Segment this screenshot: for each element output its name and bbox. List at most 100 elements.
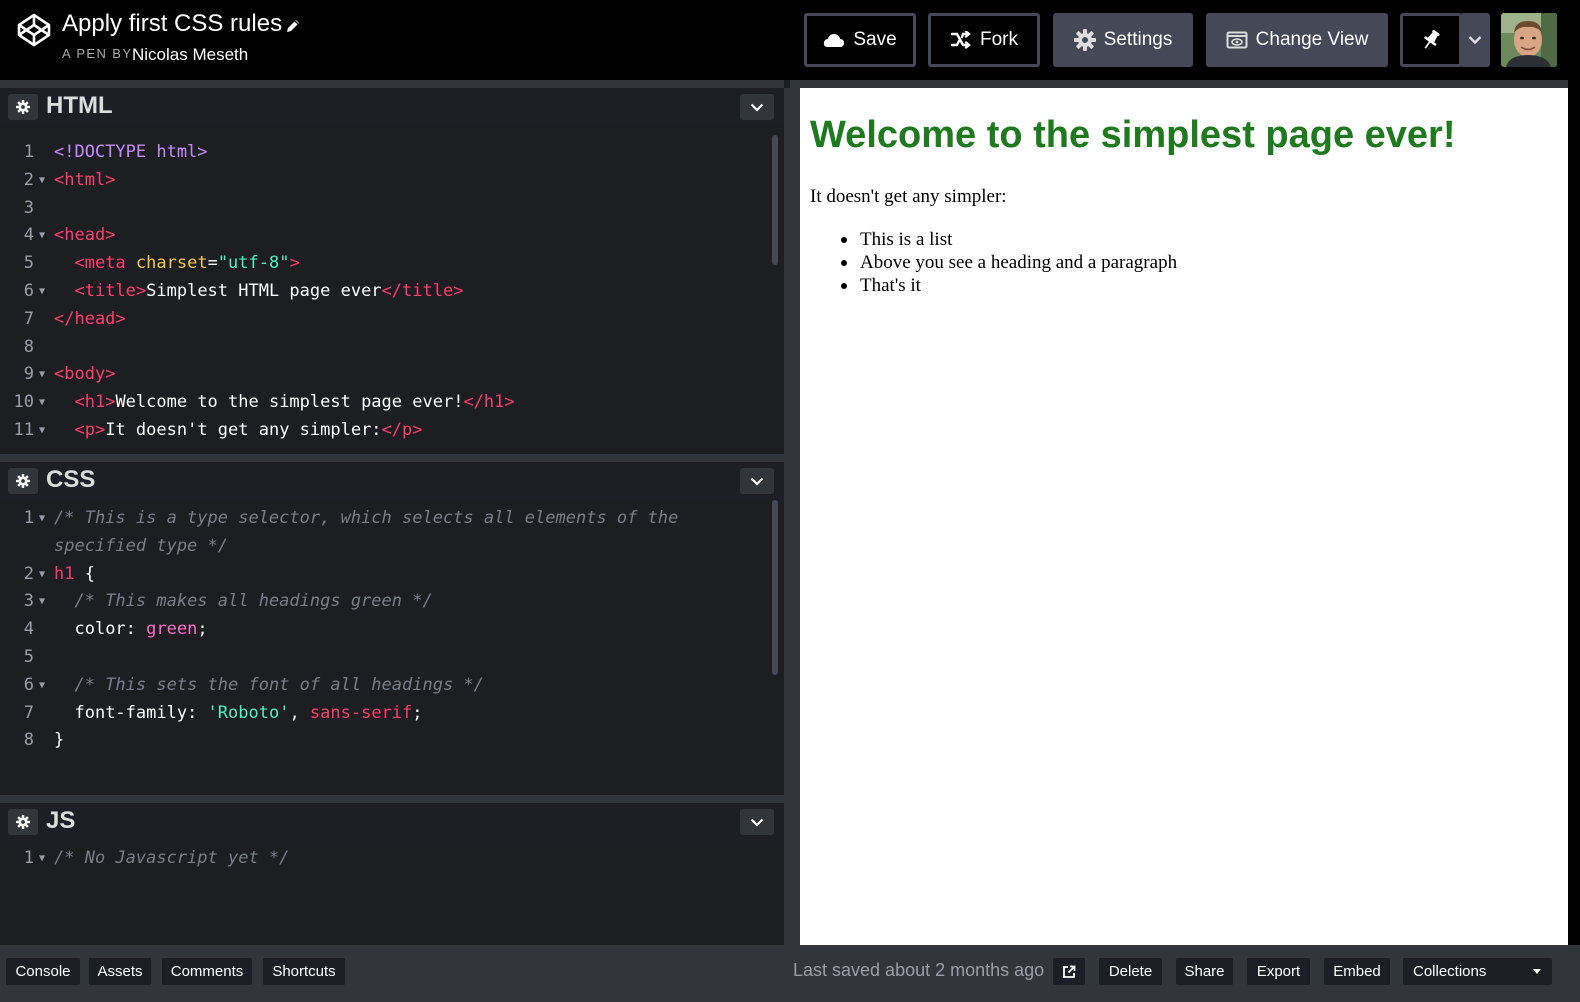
pen-title[interactable]: Apply first CSS rules — [62, 10, 282, 38]
fold-arrow-icon[interactable]: ▼ — [39, 167, 45, 195]
code-string: "utf-8" — [217, 253, 290, 274]
code-attr: charset — [135, 253, 208, 274]
css-scrollbar[interactable] — [772, 500, 778, 675]
fold-arrow-icon[interactable]: ▼ — [39, 278, 45, 306]
fold-arrow-icon[interactable]: ▼ — [39, 389, 45, 417]
pin-dropdown-button[interactable] — [1460, 13, 1490, 67]
byline: A PEN BY — [62, 46, 133, 61]
line-number: 4 — [23, 619, 34, 640]
html-code-area[interactable]: 1 <!DOCTYPE html> 2 ▼ <html> 3 4 ▼ <head> 5 <… — [0, 139, 772, 454]
fold-arrow-icon[interactable]: ▼ — [39, 561, 45, 589]
line-number: 7 — [23, 308, 34, 329]
comments-button[interactable]: Comments — [162, 958, 252, 985]
code-string: 'Roboto' — [207, 702, 290, 723]
code-text: /* This makes all headings green */ — [54, 588, 433, 616]
change-view-button[interactable]: Change View — [1206, 13, 1388, 67]
avatar[interactable] — [1501, 13, 1557, 67]
settings-label: Settings — [1103, 29, 1173, 50]
code-punct: { — [74, 563, 95, 584]
open-external-button[interactable] — [1053, 958, 1085, 985]
css-settings-button[interactable] — [8, 468, 38, 494]
pin-button[interactable] — [1400, 13, 1462, 67]
share-button[interactable]: Share — [1176, 958, 1233, 985]
code-line: 2 ▼ h1 { — [0, 561, 772, 589]
line-number: 7 — [23, 702, 34, 723]
code-property: font-family: — [74, 702, 208, 723]
js-code-area[interactable]: 1 ▼ /* No Javascript yet */ — [0, 845, 772, 945]
html-scrollbar[interactable] — [772, 135, 778, 265]
fold-arrow-icon[interactable]: ▼ — [39, 672, 45, 700]
code-text: <meta charset="utf-8"> — [54, 250, 300, 278]
pencil-icon[interactable] — [284, 17, 302, 35]
code-text: <p>It doesn't get any simpler:</p> — [54, 417, 422, 445]
change-view-icon — [1226, 31, 1248, 49]
fold-arrow-icon[interactable]: ▼ — [39, 222, 45, 250]
code-content: Simplest HTML page ever — [146, 280, 382, 301]
code-line: 4 color: green; — [0, 616, 772, 644]
html-settings-button[interactable] — [8, 94, 38, 120]
embed-button[interactable]: Embed — [1324, 958, 1390, 985]
code-text: <title>Simplest HTML page ever</title> — [54, 278, 463, 306]
code-comment: /* This is a type selector, which select… — [54, 508, 679, 528]
line-number: 2 — [23, 169, 34, 190]
code-tag: <html> — [54, 169, 116, 190]
fold-arrow-icon[interactable]: ▼ — [39, 588, 45, 616]
fold-arrow-icon[interactable]: ▼ — [39, 361, 45, 389]
console-button[interactable]: Console — [6, 958, 80, 985]
line-number: 3 — [23, 591, 34, 612]
code-line: 1 ▼ /* No Javascript yet */ — [0, 845, 772, 873]
right-edge — [1568, 80, 1580, 945]
code-tag: <head> — [54, 225, 116, 246]
code-content: It doesn't get any simpler: — [105, 419, 382, 440]
collections-dropdown[interactable]: Collections — [1403, 958, 1552, 985]
js-editor-panel: JS 1 ▼ /* No Javascript yet */ — [0, 795, 784, 945]
css-editor-panel: CSS 1 ▼/* This is a type selector, which … — [0, 454, 784, 795]
settings-button[interactable]: Settings — [1053, 13, 1193, 67]
fork-button[interactable]: Fork — [928, 13, 1040, 67]
code-tag: </h1> — [463, 392, 515, 413]
fold-arrow-icon[interactable]: ▼ — [39, 845, 45, 873]
code-line: 9 ▼ <body> — [0, 361, 772, 389]
css-collapse-button[interactable] — [740, 468, 774, 494]
js-collapse-button[interactable] — [740, 809, 774, 835]
css-code-area[interactable]: 1 ▼/* This is a type selector, which sele… — [0, 505, 772, 795]
code-property: color: — [74, 619, 147, 640]
code-tag: > — [289, 253, 300, 274]
delete-button[interactable]: Delete — [1099, 958, 1162, 985]
save-button[interactable]: Save — [804, 13, 916, 67]
js-settings-button[interactable] — [8, 809, 38, 835]
js-panel-title: JS — [46, 807, 76, 834]
code-line: 11 ▼ <p>It doesn't get any simpler:</p> — [0, 417, 772, 445]
code-comment: /* This makes all headings green */ — [74, 591, 433, 612]
codepen-logo-icon[interactable] — [16, 12, 52, 48]
chevron-down-icon — [750, 103, 764, 112]
code-value: sans-serif — [309, 702, 413, 723]
gear-icon — [16, 815, 30, 829]
preview-list: This is a list Above you see a heading a… — [838, 228, 1177, 297]
panel-resizer[interactable] — [784, 88, 800, 945]
code-selector: h1 — [54, 563, 75, 584]
code-text: <body> — [54, 361, 115, 389]
chevron-down-icon — [1468, 36, 1482, 45]
export-button[interactable]: Export — [1247, 958, 1310, 985]
code-line: 6 ▼ /* This sets the font of all headings… — [0, 672, 772, 700]
code-line: 8 — [0, 334, 772, 362]
code-line: 3 ▼ /* This makes all headings green */ — [0, 588, 772, 616]
code-tag: <p> — [74, 419, 106, 440]
shortcuts-button[interactable]: Shortcuts — [263, 958, 345, 985]
line-number: 2 — [23, 563, 34, 584]
code-line: specified type */ — [0, 533, 772, 561]
result-preview[interactable]: Welcome to the simplest page ever! It do… — [800, 88, 1568, 945]
fold-arrow-icon[interactable]: ▼ — [39, 505, 45, 533]
code-comment: specified type */ — [54, 535, 228, 556]
line-number: 1 — [23, 848, 34, 868]
fold-arrow-icon[interactable]: ▼ — [39, 417, 45, 445]
change-view-label: Change View — [1255, 29, 1369, 50]
assets-button[interactable]: Assets — [89, 958, 151, 985]
html-editor-panel: HTML 1 <!DOCTYPE html> 2 ▼ <html> 3 4 ▼ <head… — [0, 80, 784, 454]
author-link[interactable]: Nicolas Meseth — [132, 45, 248, 65]
code-value: green — [146, 619, 198, 640]
html-collapse-button[interactable] — [740, 94, 774, 120]
caret-down-icon — [1533, 969, 1541, 974]
code-text: <head> — [54, 222, 115, 250]
